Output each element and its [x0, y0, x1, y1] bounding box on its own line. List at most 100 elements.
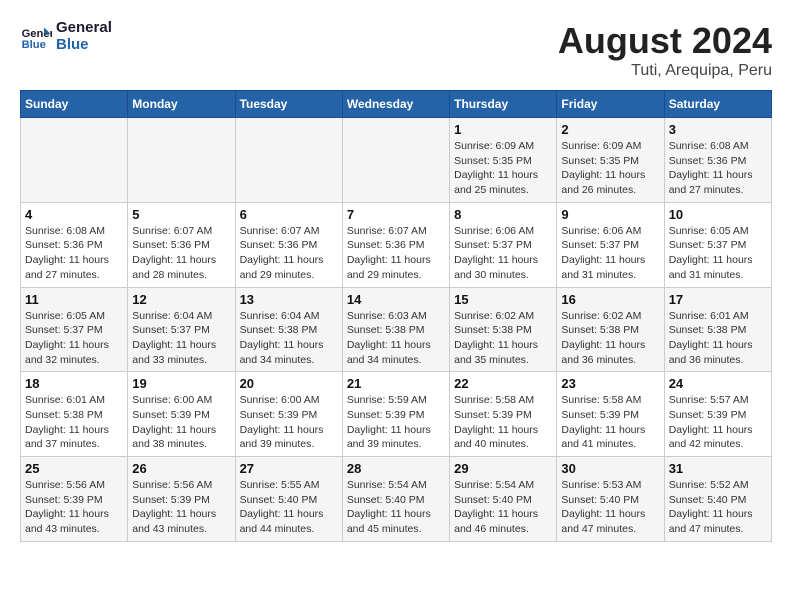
day-number: 13: [240, 292, 338, 307]
logo-general: General: [56, 20, 112, 37]
calendar-cell: 15 Sunrise: 6:02 AM Sunset: 5:38 PM Dayli…: [450, 287, 557, 372]
day-info: Sunrise: 6:04 AM Sunset: 5:38 PM Dayligh…: [240, 309, 338, 368]
day-info: Sunrise: 6:00 AM Sunset: 5:39 PM Dayligh…: [132, 393, 230, 452]
calendar-cell: 12Sunrise: 6:04 AM Sunset: 5:37 PM Dayli…: [128, 287, 235, 372]
day-number: 16: [561, 292, 659, 307]
day-info: Sunrise: 5:56 AM Sunset: 5:39 PM Dayligh…: [132, 478, 230, 537]
svg-text:Blue: Blue: [22, 39, 46, 51]
day-number: 7: [347, 207, 445, 222]
day-info: Sunrise: 5:59 AM Sunset: 5:39 PM Dayligh…: [347, 393, 445, 452]
calendar-cell: 28 Sunrise: 5:54 AM Sunset: 5:40 PM Dayli…: [342, 457, 449, 542]
calendar-cell: 8 Sunrise: 6:06 AM Sunset: 5:37 PM Daylig…: [450, 202, 557, 287]
weekday-header: Sunday: [21, 91, 128, 118]
day-number: 23: [561, 376, 659, 391]
day-number: 12: [132, 292, 230, 307]
day-number: 8: [454, 207, 552, 222]
day-info: Sunrise: 6:06 AM Sunset: 5:37 PM Dayligh…: [454, 224, 552, 283]
day-info: Sunrise: 5:58 AM Sunset: 5:39 PM Dayligh…: [561, 393, 659, 452]
day-number: 21: [347, 376, 445, 391]
day-number: 29: [454, 461, 552, 476]
logo: General Blue General Blue: [20, 20, 112, 53]
calendar-subtitle: Tuti, Arequipa, Peru: [558, 62, 772, 80]
calendar-cell: 10 Sunrise: 6:05 AM Sunset: 5:37 PM Dayli…: [664, 202, 771, 287]
calendar-cell: 27Sunrise: 5:55 AM Sunset: 5:40 PM Dayli…: [235, 457, 342, 542]
calendar-cell: 29 Sunrise: 5:54 AM Sunset: 5:40 PM Dayli…: [450, 457, 557, 542]
calendar-cell: 19 Sunrise: 6:00 AM Sunset: 5:39 PM Dayli…: [128, 372, 235, 457]
day-number: 2: [561, 122, 659, 137]
calendar-cell: [21, 118, 128, 203]
calendar-week-row: 11Sunrise: 6:05 AM Sunset: 5:37 PM Dayli…: [21, 287, 772, 372]
weekday-header: Thursday: [450, 91, 557, 118]
day-info: Sunrise: 5:52 AM Sunset: 5:40 PM Dayligh…: [669, 478, 767, 537]
calendar-cell: 3Sunrise: 6:08 AM Sunset: 5:36 PM Daylig…: [664, 118, 771, 203]
day-info: Sunrise: 6:09 AM Sunset: 5:35 PM Dayligh…: [454, 139, 552, 198]
day-info: Sunrise: 6:01 AM Sunset: 5:38 PM Dayligh…: [25, 393, 123, 452]
weekday-header: Monday: [128, 91, 235, 118]
day-info: Sunrise: 5:53 AM Sunset: 5:40 PM Dayligh…: [561, 478, 659, 537]
calendar-week-row: 4 Sunrise: 6:08 AM Sunset: 5:36 PM Daylig…: [21, 202, 772, 287]
day-info: Sunrise: 6:08 AM Sunset: 5:36 PM Dayligh…: [25, 224, 123, 283]
calendar-title: August 2024: [558, 20, 772, 62]
day-info: Sunrise: 6:00 AM Sunset: 5:39 PM Dayligh…: [240, 393, 338, 452]
svg-text:General: General: [22, 28, 52, 40]
day-info: Sunrise: 6:07 AM Sunset: 5:36 PM Dayligh…: [240, 224, 338, 283]
day-number: 18: [25, 376, 123, 391]
day-info: Sunrise: 6:01 AM Sunset: 5:38 PM Dayligh…: [669, 309, 767, 368]
day-number: 20: [240, 376, 338, 391]
day-number: 1: [454, 122, 552, 137]
weekday-header-row: SundayMondayTuesdayWednesdayThursdayFrid…: [21, 91, 772, 118]
day-info: Sunrise: 6:09 AM Sunset: 5:35 PM Dayligh…: [561, 139, 659, 198]
calendar-cell: 20 Sunrise: 6:00 AM Sunset: 5:39 PM Dayli…: [235, 372, 342, 457]
day-info: Sunrise: 6:05 AM Sunset: 5:37 PM Dayligh…: [669, 224, 767, 283]
day-number: 22: [454, 376, 552, 391]
day-number: 10: [669, 207, 767, 222]
calendar-cell: 9Sunrise: 6:06 AM Sunset: 5:37 PM Daylig…: [557, 202, 664, 287]
day-info: Sunrise: 5:56 AM Sunset: 5:39 PM Dayligh…: [25, 478, 123, 537]
day-number: 31: [669, 461, 767, 476]
title-block: August 2024 Tuti, Arequipa, Peru: [558, 20, 772, 80]
calendar-week-row: 1 Sunrise: 6:09 AM Sunset: 5:35 PM Daylig…: [21, 118, 772, 203]
day-number: 19: [132, 376, 230, 391]
day-number: 3: [669, 122, 767, 137]
calendar-cell: 22 Sunrise: 5:58 AM Sunset: 5:39 PM Dayli…: [450, 372, 557, 457]
day-info: Sunrise: 5:54 AM Sunset: 5:40 PM Dayligh…: [454, 478, 552, 537]
day-info: Sunrise: 6:07 AM Sunset: 5:36 PM Dayligh…: [132, 224, 230, 283]
day-number: 15: [454, 292, 552, 307]
calendar-cell: 16 Sunrise: 6:02 AM Sunset: 5:38 PM Dayli…: [557, 287, 664, 372]
day-number: 9: [561, 207, 659, 222]
calendar-week-row: 18 Sunrise: 6:01 AM Sunset: 5:38 PM Dayli…: [21, 372, 772, 457]
day-number: 27: [240, 461, 338, 476]
calendar-cell: 24Sunrise: 5:57 AM Sunset: 5:39 PM Dayli…: [664, 372, 771, 457]
day-number: 25: [25, 461, 123, 476]
calendar-cell: 6 Sunrise: 6:07 AM Sunset: 5:36 PM Daylig…: [235, 202, 342, 287]
calendar-table: SundayMondayTuesdayWednesdayThursdayFrid…: [20, 90, 772, 542]
calendar-cell: 1 Sunrise: 6:09 AM Sunset: 5:35 PM Daylig…: [450, 118, 557, 203]
day-number: 4: [25, 207, 123, 222]
day-info: Sunrise: 6:02 AM Sunset: 5:38 PM Dayligh…: [561, 309, 659, 368]
day-number: 26: [132, 461, 230, 476]
calendar-cell: 25 Sunrise: 5:56 AM Sunset: 5:39 PM Dayli…: [21, 457, 128, 542]
day-info: Sunrise: 6:05 AM Sunset: 5:37 PM Dayligh…: [25, 309, 123, 368]
calendar-cell: [128, 118, 235, 203]
day-info: Sunrise: 6:02 AM Sunset: 5:38 PM Dayligh…: [454, 309, 552, 368]
logo-icon: General Blue: [20, 21, 52, 53]
day-info: Sunrise: 6:07 AM Sunset: 5:36 PM Dayligh…: [347, 224, 445, 283]
day-info: Sunrise: 5:58 AM Sunset: 5:39 PM Dayligh…: [454, 393, 552, 452]
day-info: Sunrise: 5:57 AM Sunset: 5:39 PM Dayligh…: [669, 393, 767, 452]
weekday-header: Friday: [557, 91, 664, 118]
logo-blue: Blue: [56, 37, 112, 54]
calendar-cell: 7 Sunrise: 6:07 AM Sunset: 5:36 PM Daylig…: [342, 202, 449, 287]
calendar-cell: 18 Sunrise: 6:01 AM Sunset: 5:38 PM Dayli…: [21, 372, 128, 457]
day-number: 30: [561, 461, 659, 476]
day-info: Sunrise: 6:03 AM Sunset: 5:38 PM Dayligh…: [347, 309, 445, 368]
day-info: Sunrise: 5:54 AM Sunset: 5:40 PM Dayligh…: [347, 478, 445, 537]
calendar-cell: 2 Sunrise: 6:09 AM Sunset: 5:35 PM Daylig…: [557, 118, 664, 203]
calendar-cell: 14Sunrise: 6:03 AM Sunset: 5:38 PM Dayli…: [342, 287, 449, 372]
page-header: General Blue General Blue August 2024 Tu…: [20, 20, 772, 80]
day-number: 6: [240, 207, 338, 222]
calendar-cell: 21 Sunrise: 5:59 AM Sunset: 5:39 PM Dayli…: [342, 372, 449, 457]
calendar-cell: [235, 118, 342, 203]
calendar-week-row: 25 Sunrise: 5:56 AM Sunset: 5:39 PM Dayli…: [21, 457, 772, 542]
day-number: 28: [347, 461, 445, 476]
calendar-cell: 26 Sunrise: 5:56 AM Sunset: 5:39 PM Dayli…: [128, 457, 235, 542]
